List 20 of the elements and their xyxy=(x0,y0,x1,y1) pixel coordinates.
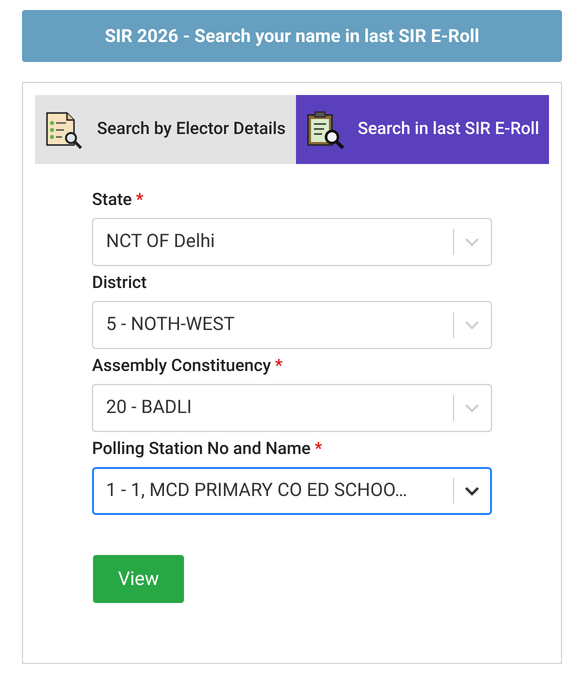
select-field[interactable]: NCT OF Delhi xyxy=(92,218,492,266)
required-icon: * xyxy=(314,437,322,463)
select-field[interactable]: 1 - 1, MCD PRIMARY CO ED SCHOO… xyxy=(92,467,492,515)
clipboard-search-icon xyxy=(306,110,346,148)
field-label: State xyxy=(92,189,132,212)
field-label: Polling Station No and Name xyxy=(92,438,311,462)
select-field[interactable]: 5 - NOTH-WEST xyxy=(92,301,492,349)
document-search-icon xyxy=(45,110,85,148)
chevron-down-icon xyxy=(464,237,480,247)
field-label: Assembly Constituency xyxy=(92,355,271,378)
required-icon: * xyxy=(136,188,144,214)
required-icon: * xyxy=(274,354,283,380)
tab[interactable]: Search by Elector Details xyxy=(35,95,296,164)
field-label: District xyxy=(92,272,147,296)
chevron-down-icon xyxy=(464,320,480,330)
page-header: SIR 2026 - Search your name in last SIR E-Roll xyxy=(22,10,562,62)
chevron-down-icon xyxy=(464,403,480,413)
tab[interactable]: Search in last SIR E-Roll xyxy=(296,95,550,164)
select-field[interactable]: 20 - BADLI xyxy=(92,384,492,432)
chevron-down-icon xyxy=(464,486,480,496)
